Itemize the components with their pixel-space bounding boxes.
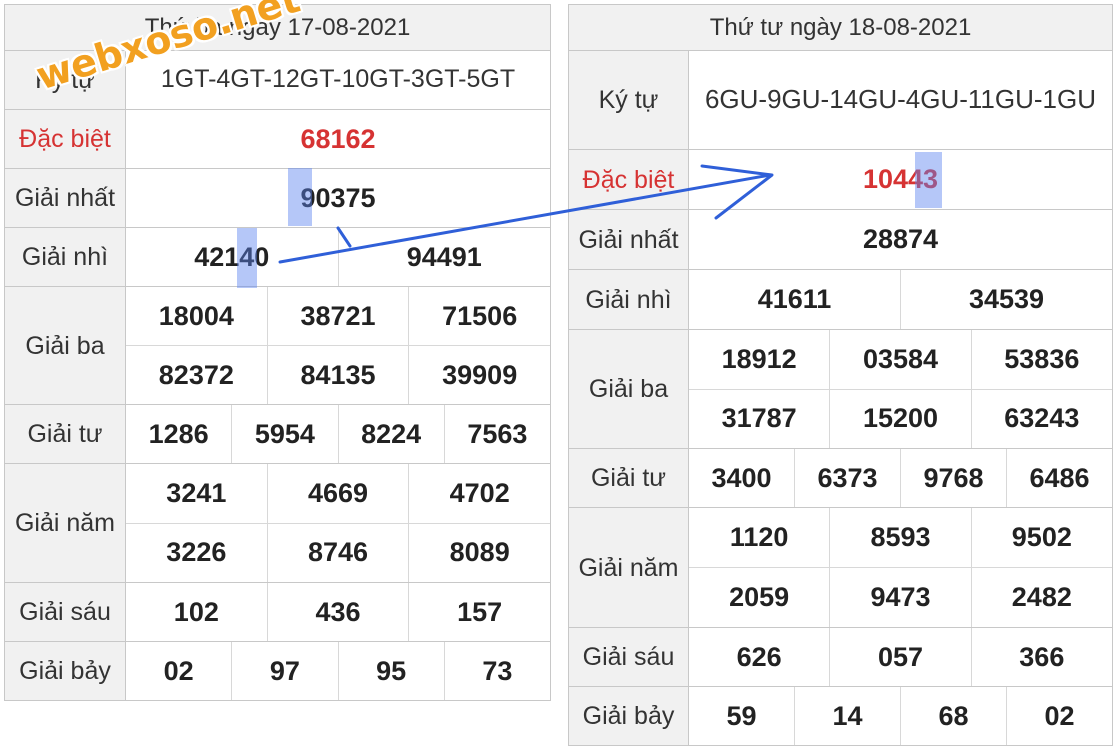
annotation-arrow <box>278 164 774 264</box>
